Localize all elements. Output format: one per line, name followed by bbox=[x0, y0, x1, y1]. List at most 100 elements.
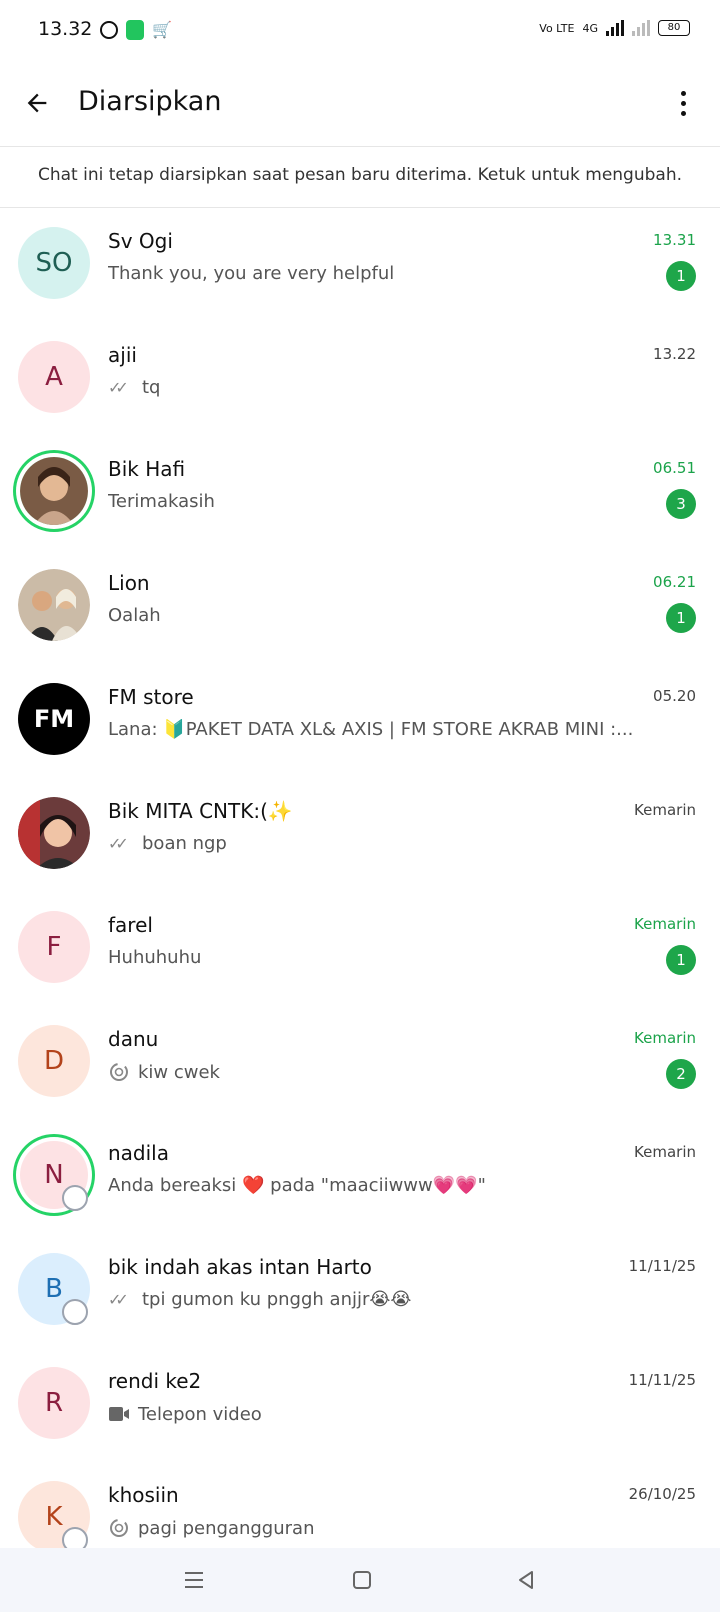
signal-2-icon bbox=[632, 20, 650, 36]
chat-name: khosiin bbox=[108, 1483, 179, 1507]
avatar[interactable] bbox=[18, 569, 90, 641]
chat-preview: ✓✓ tq bbox=[108, 377, 161, 398]
chat-preview: Lana: 🔰PAKET DATA XL& AXIS | FM STORE AK… bbox=[108, 719, 634, 740]
app-notification-icon bbox=[126, 20, 144, 40]
avatar[interactable]: A bbox=[18, 341, 90, 413]
chat-name: rendi ke2 bbox=[108, 1369, 202, 1393]
signal-icon bbox=[606, 20, 624, 36]
double-check-icon: ✓✓ bbox=[108, 1290, 129, 1309]
chat-time: 13.22 bbox=[653, 345, 696, 363]
chat-name: FM store bbox=[108, 685, 194, 709]
network-type: 4G bbox=[582, 21, 598, 35]
chat-preview: Huhuhuhu bbox=[108, 947, 202, 968]
chat-time: 11/11/25 bbox=[628, 1371, 696, 1389]
chat-item[interactable]: Lion 06.21 Oalah 1 bbox=[0, 549, 720, 663]
chat-item[interactable]: Bik Hafi 06.51 Terimakasih 3 bbox=[0, 435, 720, 549]
chat-name: danu bbox=[108, 1027, 159, 1051]
chat-name: bik indah akas intan Harto bbox=[108, 1255, 372, 1279]
avatar[interactable]: F bbox=[18, 911, 90, 983]
double-check-icon: ✓✓ bbox=[108, 378, 129, 397]
whatsapp-notification-icon bbox=[100, 21, 118, 39]
home-button[interactable] bbox=[342, 1564, 382, 1596]
app-bar: Diarsipkan bbox=[0, 64, 720, 144]
chat-time: 06.21 bbox=[653, 573, 696, 591]
menu-lines-icon bbox=[185, 1572, 203, 1588]
chat-preview: pagi pengangguran bbox=[108, 1517, 668, 1539]
chat-time: Kemarin bbox=[634, 801, 696, 819]
more-options-button[interactable] bbox=[666, 86, 700, 120]
chat-name: Sv Ogi bbox=[108, 229, 173, 253]
video-call-icon bbox=[108, 1403, 130, 1425]
chat-name: ajii bbox=[108, 343, 137, 367]
status-update-icon bbox=[62, 1185, 88, 1211]
chat-preview: Telepon video bbox=[108, 1403, 668, 1425]
chat-item[interactable]: SO Sv Ogi 13.31 Thank you, you are very … bbox=[0, 207, 720, 321]
view-once-icon bbox=[108, 1517, 130, 1539]
dot-icon bbox=[680, 100, 686, 106]
unread-badge: 1 bbox=[666, 945, 696, 975]
chat-list: SO Sv Ogi 13.31 Thank you, you are very … bbox=[0, 207, 720, 1575]
volte-icon: Vo LTE bbox=[539, 21, 575, 35]
fm-store-logo: FM bbox=[33, 705, 75, 733]
chat-time: Kemarin bbox=[634, 1029, 696, 1047]
chat-item[interactable]: FM FM store 05.20 Lana: 🔰PAKET DATA XL& … bbox=[0, 663, 720, 777]
unread-badge: 1 bbox=[666, 603, 696, 633]
notification-icons: 🛒 bbox=[100, 20, 172, 40]
avatar[interactable]: FM bbox=[18, 683, 90, 755]
nav-back-button[interactable] bbox=[506, 1564, 546, 1596]
square-icon bbox=[353, 1571, 371, 1589]
shop-notification-icon: 🛒 bbox=[152, 20, 172, 39]
chat-preview: Anda bereaksi ❤️ pada "maaciiwww💗💗" bbox=[108, 1175, 486, 1196]
chat-time: 13.31 bbox=[653, 231, 696, 249]
avatar[interactable]: R bbox=[18, 1367, 90, 1439]
chat-name: Bik Hafi bbox=[108, 457, 186, 481]
avatar[interactable]: D bbox=[18, 1025, 90, 1097]
view-once-icon bbox=[108, 1061, 130, 1083]
avatar[interactable] bbox=[18, 797, 90, 869]
chat-item[interactable]: R rendi ke2 11/11/25 Telepon video bbox=[0, 1347, 720, 1461]
profile-photo bbox=[18, 797, 90, 869]
avatar[interactable] bbox=[20, 457, 88, 525]
double-check-icon: ✓✓ bbox=[108, 834, 129, 853]
chat-time: 05.20 bbox=[653, 687, 696, 705]
dot-icon bbox=[680, 110, 686, 116]
chat-name: nadila bbox=[108, 1141, 169, 1165]
chat-item[interactable]: Bik MITA CNTK:(✨ Kemarin ✓✓ boan ngp bbox=[0, 777, 720, 891]
chat-preview: ✓✓ tpi gumon ku pnggh anjjr😭😭 bbox=[108, 1289, 412, 1310]
chat-name: Lion bbox=[108, 571, 150, 595]
triangle-back-icon bbox=[519, 1571, 533, 1589]
chat-time: 06.51 bbox=[653, 459, 696, 477]
unread-badge: 2 bbox=[666, 1059, 696, 1089]
status-bar: 13.32 🛒 Vo LTE 4G 80 bbox=[0, 0, 720, 64]
chat-item[interactable]: B bik indah akas intan Harto 11/11/25 ✓✓… bbox=[0, 1233, 720, 1347]
chat-item[interactable]: A ajii 13.22 ✓✓ tq bbox=[0, 321, 720, 435]
archive-notice[interactable]: Chat ini tetap diarsipkan saat pesan bar… bbox=[0, 146, 720, 208]
chat-item[interactable]: D danu Kemarin kiw cwek 2 bbox=[0, 1005, 720, 1119]
chat-item[interactable]: F farel Kemarin Huhuhuhu 1 bbox=[0, 891, 720, 1005]
chat-item[interactable]: N nadila Kemarin Anda bereaksi ❤️ pada "… bbox=[0, 1119, 720, 1233]
avatar[interactable]: SO bbox=[18, 227, 90, 299]
profile-photo bbox=[20, 457, 88, 525]
chat-name: Bik MITA CNTK:(✨ bbox=[108, 799, 293, 823]
chat-time: Kemarin bbox=[634, 1143, 696, 1161]
chat-time: Kemarin bbox=[634, 915, 696, 933]
system-indicators: Vo LTE 4G 80 bbox=[539, 20, 690, 36]
status-update-icon bbox=[62, 1299, 88, 1325]
unread-badge: 1 bbox=[666, 261, 696, 291]
dot-icon bbox=[680, 90, 686, 96]
archive-notice-text: Chat ini tetap diarsipkan saat pesan bar… bbox=[38, 165, 682, 185]
recent-apps-button[interactable] bbox=[174, 1564, 214, 1596]
chat-preview: kiw cwek bbox=[108, 1061, 668, 1083]
chat-preview: Thank you, you are very helpful bbox=[108, 263, 395, 284]
chat-preview: ✓✓ boan ngp bbox=[108, 833, 227, 854]
chat-name: farel bbox=[108, 913, 153, 937]
profile-photo bbox=[18, 569, 90, 641]
page-title: Diarsipkan bbox=[78, 86, 222, 117]
chat-preview: Terimakasih bbox=[108, 491, 215, 512]
unread-badge: 3 bbox=[666, 489, 696, 519]
chat-time: 11/11/25 bbox=[628, 1257, 696, 1275]
battery-icon: 80 bbox=[658, 20, 690, 36]
status-time: 13.32 bbox=[38, 18, 93, 40]
chat-preview: Oalah bbox=[108, 605, 161, 626]
back-button[interactable] bbox=[20, 86, 54, 120]
